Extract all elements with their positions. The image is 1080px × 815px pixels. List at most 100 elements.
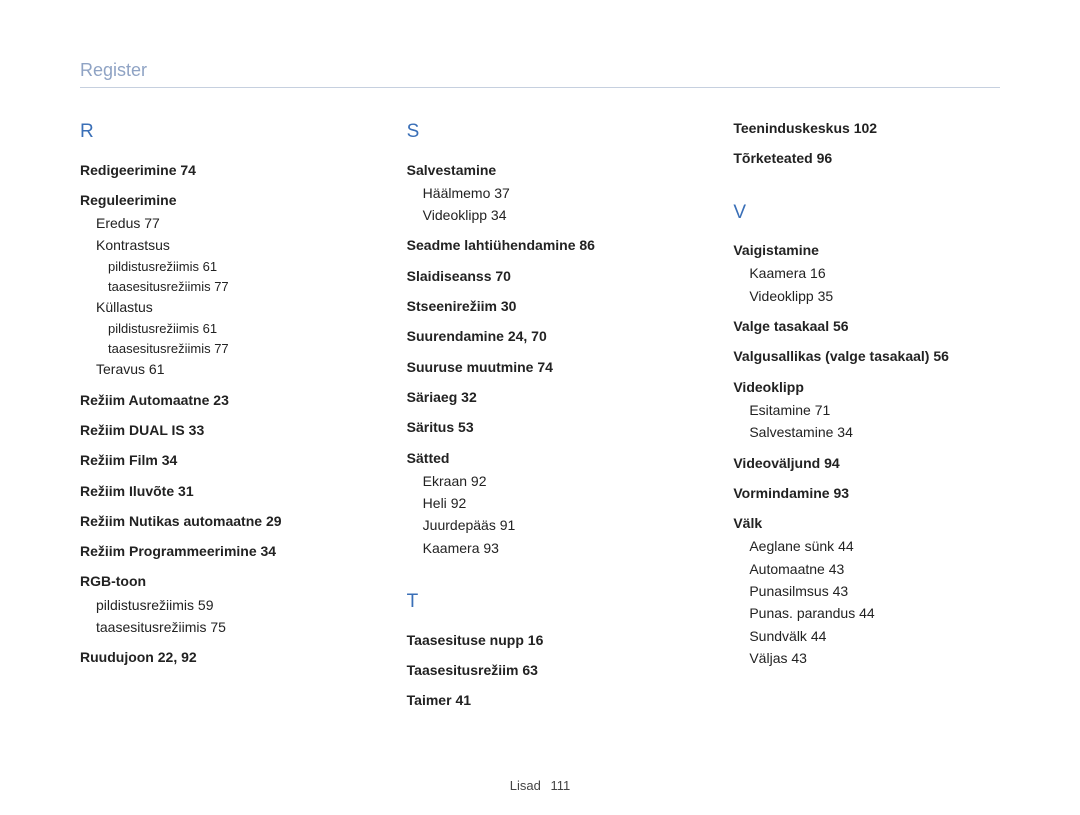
index-entry: Režiim DUAL IS 33 [80, 420, 347, 440]
page-ref: 94 [824, 455, 840, 471]
index-entry: Režiim Automaatne 23 [80, 390, 347, 410]
index-sub-entry: Väljas 43 [749, 648, 1000, 668]
index-subsub-entry: taasesitusrežiimis 77 [108, 278, 347, 297]
index-letter-heading: R [80, 118, 347, 146]
index-main-entry: Režiim Nutikas automaatne 29 [80, 511, 347, 531]
index-entry: Stseenirežiim 30 [407, 296, 674, 316]
index-entry: Tõrketeated 96 [733, 148, 1000, 168]
index-entry: Režiim Iluvõte 31 [80, 481, 347, 501]
index-entry: SättedEkraan 92Heli 92Juurdepääs 91Kaame… [407, 448, 674, 558]
page-ref: 44 [838, 538, 854, 554]
page-ref: 56 [933, 348, 949, 364]
index-main-entry: Režiim Programmeerimine 34 [80, 541, 347, 561]
page-ref: 63 [522, 662, 538, 678]
index-entry: Taasesitusrežiim 63 [407, 660, 674, 680]
index-entry: Teeninduskeskus 102 [733, 118, 1000, 138]
page-ref: 44 [859, 605, 875, 621]
index-entry: Režiim Film 34 [80, 450, 347, 470]
index-entry: Taasesituse nupp 16 [407, 630, 674, 650]
page-ref: 23 [213, 392, 229, 408]
index-entry: SalvestamineHäälmemo 37Videoklipp 34 [407, 160, 674, 226]
index-main-entry: Taasesituse nupp 16 [407, 630, 674, 650]
index-main-entry: Redigeerimine 74 [80, 160, 347, 180]
index-main-entry: Salvestamine [407, 160, 674, 180]
index-sub-entry: Kaamera 93 [423, 538, 674, 558]
page-ref: 35 [818, 288, 834, 304]
index-entry: Videoväljund 94 [733, 453, 1000, 473]
index-main-entry: RGB-toon [80, 571, 347, 591]
index-sub-entry: Kontrastsus [96, 235, 347, 255]
index-entry: Valgusallikas (valge tasakaal) 56 [733, 346, 1000, 366]
index-entry: Säritus 53 [407, 417, 674, 437]
index-entry: Suuruse muutmine 74 [407, 357, 674, 377]
page-ref: 96 [817, 150, 833, 166]
index-main-entry: Slaidiseanss 70 [407, 266, 674, 286]
index-sub-entry: Eredus 77 [96, 213, 347, 233]
index-main-entry: Säritus 53 [407, 417, 674, 437]
index-main-entry: Reguleerimine [80, 190, 347, 210]
page-ref: 34 [261, 543, 277, 559]
page-ref: 43 [829, 561, 845, 577]
page-ref: 56 [833, 318, 849, 334]
page-ref: 29 [266, 513, 282, 529]
index-sub-entry: Kaamera 16 [749, 263, 1000, 283]
index-main-entry: Režiim DUAL IS 33 [80, 420, 347, 440]
page-ref: 92 [471, 473, 487, 489]
index-main-entry: Suurendamine 24, 70 [407, 326, 674, 346]
index-entry: Vormindamine 93 [733, 483, 1000, 503]
page-ref: 34 [837, 424, 853, 440]
index-entry: Režiim Programmeerimine 34 [80, 541, 347, 561]
page-footer: Lisad 111 [0, 778, 1080, 793]
page-ref: 44 [811, 628, 827, 644]
page-ref: 34 [491, 207, 507, 223]
index-main-entry: Režiim Iluvõte 31 [80, 481, 347, 501]
page-ref: 75 [210, 619, 226, 635]
index-entry: RGB-toonpildistusrežiimis 59taasesitusre… [80, 571, 347, 637]
index-sub-entry: Küllastus [96, 297, 347, 317]
index-sub-entry: Häälmemo 37 [423, 183, 674, 203]
index-entry: Suurendamine 24, 70 [407, 326, 674, 346]
footer-label: Lisad [510, 778, 541, 793]
index-sub-entry: Aeglane sünk 44 [749, 536, 1000, 556]
index-entry: Redigeerimine 74 [80, 160, 347, 180]
index-column: SSalvestamineHäälmemo 37Videoklipp 34Sea… [407, 118, 674, 720]
index-entry: Seadme lahtiühendamine 86 [407, 235, 674, 255]
index-main-entry: Suuruse muutmine 74 [407, 357, 674, 377]
index-entry: Reguleerimine Eredus 77Kontrastsus pildist… [80, 190, 347, 380]
index-sub-entry: Heli 92 [423, 493, 674, 513]
index-subsub-entry: taasesitusrežiimis 77 [108, 340, 347, 359]
index-entry: Taimer 41 [407, 690, 674, 710]
index-main-entry: Vormindamine 93 [733, 483, 1000, 503]
index-main-entry: Teeninduskeskus 102 [733, 118, 1000, 138]
index-columns: RRedigeerimine 74ReguleerimineEredus 77K… [80, 118, 1000, 720]
index-sub-entry: Salvestamine 34 [749, 422, 1000, 442]
page-ref: 102 [854, 120, 877, 136]
page-ref: 74 [537, 359, 553, 375]
index-main-entry: Valgusallikas (valge tasakaal) 56 [733, 346, 1000, 366]
index-letter-heading: T [407, 588, 674, 616]
page-ref: 34 [162, 452, 178, 468]
page-ref: 93 [833, 485, 849, 501]
page-ref: 92 [451, 495, 467, 511]
page-ref: 33 [189, 422, 205, 438]
index-column: Teeninduskeskus 102Tõrketeated 96VVaigis… [733, 118, 1000, 720]
page-ref: 22, 92 [158, 649, 197, 665]
page-ref: 31 [178, 483, 194, 499]
index-column: RRedigeerimine 74ReguleerimineEredus 77K… [80, 118, 347, 720]
page-ref: 61 [149, 361, 165, 377]
page-ref: 41 [455, 692, 471, 708]
index-entry: Säriaeg 32 [407, 387, 674, 407]
index-subsub-entry: pildistusrežiimis 61 [108, 320, 347, 339]
index-entry: VideoklippEsitamine 71Salvestamine 34 [733, 377, 1000, 443]
page-ref: 43 [791, 650, 807, 666]
page-header: Register [80, 60, 1000, 88]
index-sub-entry: Ekraan 92 [423, 471, 674, 491]
index-letter-heading: S [407, 118, 674, 146]
index-entry: Režiim Nutikas automaatne 29 [80, 511, 347, 531]
index-entry: VaigistamineKaamera 16Videoklipp 35 [733, 240, 1000, 306]
index-entry: Valge tasakaal 56 [733, 316, 1000, 336]
index-entry: Ruudujoon 22, 92 [80, 647, 347, 667]
index-main-entry: Sätted [407, 448, 674, 468]
index-main-entry: Videoväljund 94 [733, 453, 1000, 473]
index-sub-entry: Automaatne 43 [749, 559, 1000, 579]
